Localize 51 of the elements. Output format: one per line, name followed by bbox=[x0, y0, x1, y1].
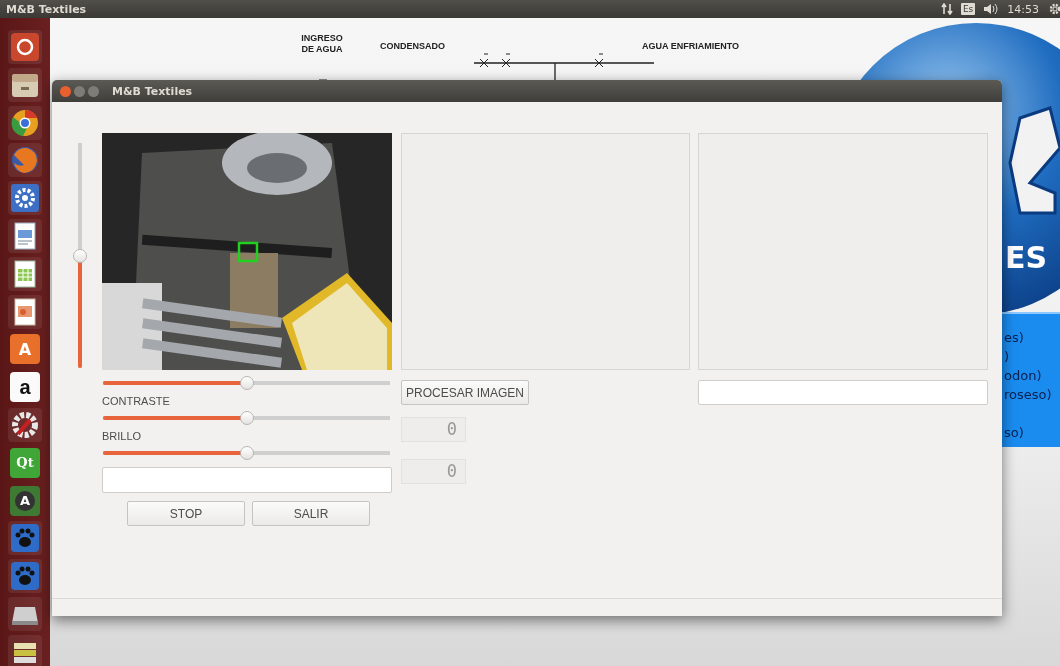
keyboard-layout-indicator[interactable]: Es bbox=[960, 3, 976, 15]
launcher-button[interactable] bbox=[8, 67, 42, 102]
app-title: M&B Textiles bbox=[6, 2, 87, 16]
list-item: odon) bbox=[1004, 367, 1043, 385]
list-item: so) bbox=[1004, 424, 1025, 442]
launcher-button[interactable] bbox=[8, 105, 42, 140]
slider-label: CONTRASTE bbox=[102, 395, 171, 407]
launcher-button[interactable] bbox=[8, 634, 42, 666]
circle-logo-icon bbox=[10, 32, 40, 62]
tricolor-circle-icon bbox=[10, 107, 40, 138]
list-item: ) bbox=[1004, 348, 1011, 366]
settings-icon[interactable] bbox=[1047, 2, 1060, 16]
close-button[interactable] bbox=[60, 85, 71, 97]
paw-icon bbox=[10, 523, 40, 554]
number-display: 0 bbox=[401, 459, 466, 484]
diagram-label: CONDENSADO bbox=[380, 41, 445, 51]
launcher-button[interactable]: A bbox=[10, 485, 40, 516]
window-title: M&B Textiles bbox=[112, 84, 193, 98]
network-icon[interactable] bbox=[940, 3, 953, 15]
launcher-button[interactable] bbox=[8, 30, 42, 64]
launcher-button[interactable] bbox=[8, 407, 42, 442]
text-field[interactable] bbox=[102, 467, 392, 493]
paw-icon bbox=[10, 561, 40, 592]
list-item: es) bbox=[1004, 329, 1025, 347]
action-button[interactable]: STOP bbox=[127, 501, 245, 526]
launcher-button[interactable] bbox=[8, 596, 42, 631]
minimize-button[interactable] bbox=[74, 85, 85, 97]
gear-icon bbox=[10, 183, 40, 214]
number-display: 0 bbox=[401, 417, 466, 442]
slider-handle[interactable] bbox=[239, 376, 254, 390]
volume-icon[interactable] bbox=[983, 3, 1000, 15]
slider-handle[interactable] bbox=[73, 248, 87, 263]
logo-text: ES bbox=[1005, 240, 1048, 275]
action-button[interactable]: SALIR bbox=[252, 501, 370, 526]
launcher-button[interactable] bbox=[8, 219, 42, 253]
launcher-button[interactable] bbox=[8, 256, 42, 291]
launcher-button[interactable] bbox=[8, 181, 42, 216]
list-item: roseso) bbox=[1004, 386, 1053, 404]
globe-icon bbox=[10, 145, 40, 176]
diagram-label: AGUA ENFRIAMIENTO bbox=[642, 41, 739, 51]
process-image-button[interactable]: PROCESAR IMAGEN bbox=[401, 380, 530, 405]
diagram-label: INGRESO DE AGUA bbox=[300, 33, 344, 55]
slider-handle[interactable] bbox=[239, 446, 254, 460]
launcher-button[interactable] bbox=[8, 294, 42, 329]
maximize-button[interactable] bbox=[88, 85, 99, 97]
slider-label: BRILLO bbox=[102, 430, 143, 442]
text-field[interactable] bbox=[698, 380, 988, 405]
launcher-button[interactable]: a bbox=[10, 372, 40, 403]
clock[interactable]: 14:53 bbox=[1007, 2, 1039, 16]
wrench-gear-icon bbox=[10, 409, 40, 440]
slider-handle[interactable] bbox=[239, 411, 254, 425]
